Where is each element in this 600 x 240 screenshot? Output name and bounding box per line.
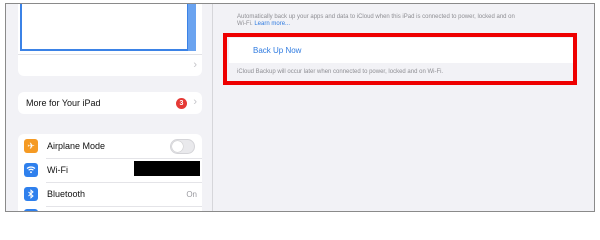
connectivity-group: ✈ Airplane Mode Wi-Fi Bluetooth On — [18, 134, 202, 211]
backup-description-cont: Wi-Fi. Learn more... — [237, 21, 290, 28]
backup-description: Automatically back up your apps and data… — [237, 14, 515, 20]
chevron-right-icon: › — [193, 59, 197, 71]
redacted-network-name — [134, 161, 200, 176]
airplane-mode-label: Airplane Mode — [47, 141, 106, 151]
bluetooth-icon — [24, 187, 38, 201]
airplane-mode-toggle[interactable] — [170, 139, 195, 154]
row-divider — [46, 182, 202, 183]
card-divider — [18, 54, 202, 55]
backup-description-line2: Wi-Fi. — [237, 21, 253, 27]
airplane-icon: ✈ — [24, 139, 38, 153]
settings-window: › More for Your iPad 3 › ✈ Airplane Mode — [5, 3, 595, 212]
more-for-ipad-row[interactable]: More for Your iPad 3 › — [18, 92, 202, 114]
bluetooth-status: On — [186, 190, 197, 199]
more-for-ipad-label: More for Your iPad — [26, 98, 101, 108]
apple-id-card[interactable]: › — [18, 4, 202, 76]
toggle-knob — [172, 141, 183, 152]
selection-edge — [188, 4, 196, 51]
wifi-label: Wi-Fi — [47, 165, 68, 175]
chevron-right-icon: › — [193, 96, 197, 108]
sidebar: › More for Your iPad 3 › ✈ Airplane Mode — [6, 4, 212, 211]
row-divider — [46, 206, 202, 207]
learn-more-link[interactable]: Learn more... — [254, 21, 290, 27]
bluetooth-label: Bluetooth — [47, 189, 86, 199]
annotation-highlight-box — [223, 33, 577, 85]
notification-badge: 3 — [176, 98, 187, 109]
wifi-icon — [24, 163, 38, 177]
icloud-backup-panel: Automatically back up your apps and data… — [213, 4, 594, 211]
row-divider — [46, 158, 202, 159]
next-row-icon — [24, 209, 38, 211]
selected-account-box — [20, 4, 189, 51]
